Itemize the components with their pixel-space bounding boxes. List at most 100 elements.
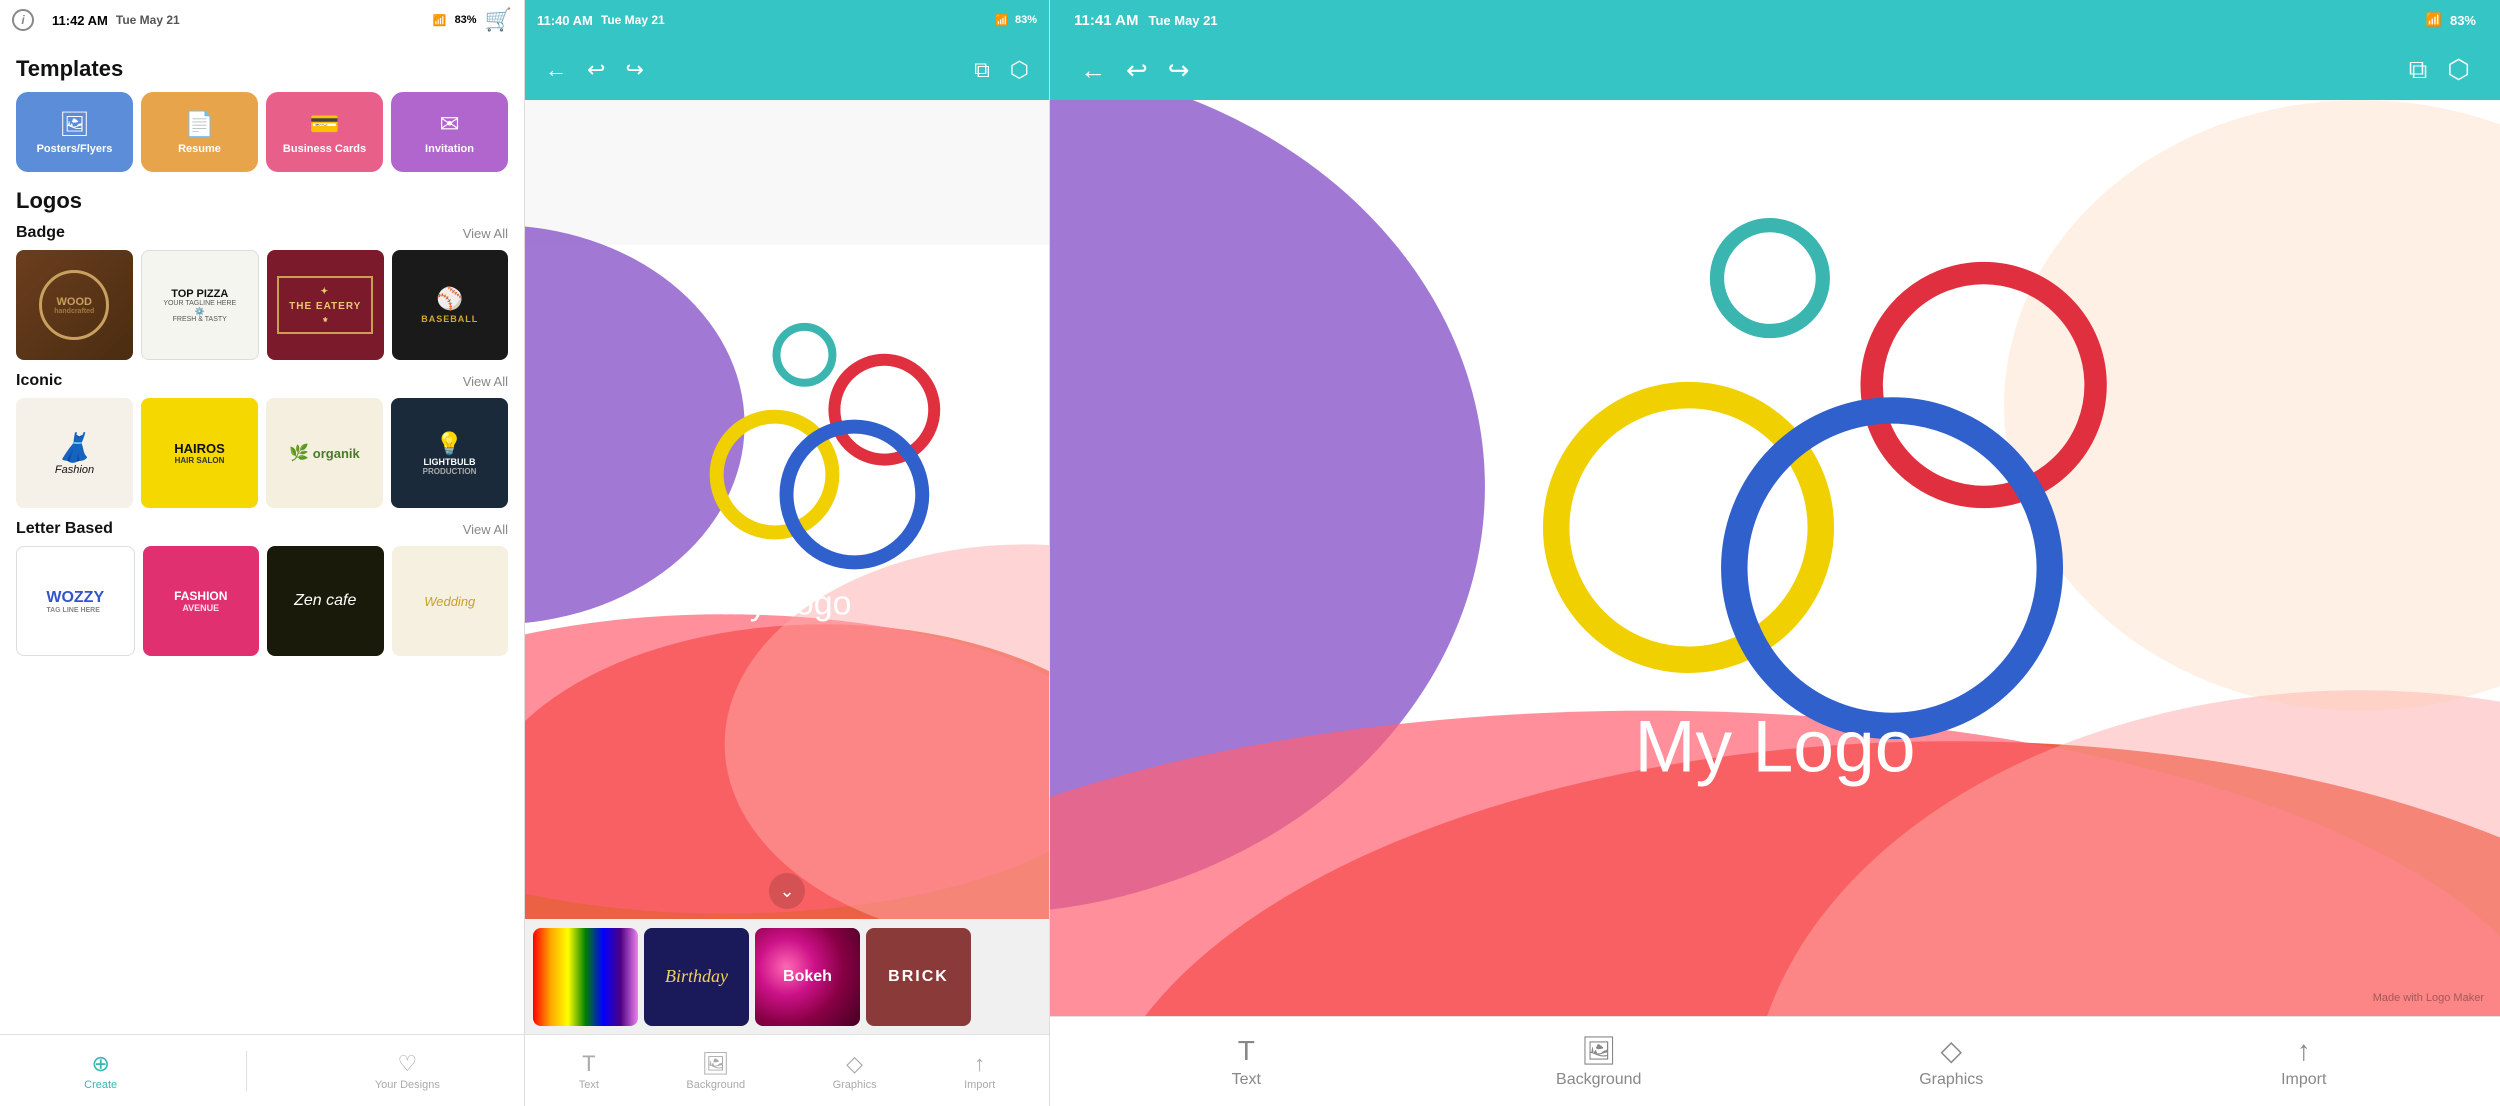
letter-title: Letter Based [16,520,113,538]
logo-top-pizza[interactable]: TOP PIZZA YOUR TAGLINE HERE ⚙️ FRESH & T… [141,250,260,360]
wozzy-badge: WOZZY TAG LINE HERE [46,589,104,614]
svg-text:My Logo: My Logo [721,584,851,622]
template-resume[interactable]: 📄 Resume [141,92,258,172]
logo-zen[interactable]: Zen cafe [267,546,384,656]
templates-panel: i 11:42 AM Tue May 21 📶 83% 🛒 Templates … [0,0,525,1106]
letter-header: Letter Based View All [16,520,508,538]
badge-logo-grid: WOOD handcrafted TOP PIZZA YOUR TAGLINE … [16,250,508,360]
logo-svg-2: My Logo [525,100,1049,919]
undo-icon-3[interactable]: ↩ [1126,55,1148,86]
fashion-avenue-badge: FASHION AVENUE [174,589,227,613]
status-day-1: Tue May 21 [116,13,180,27]
tab3-graphics[interactable]: ◇ Graphics [1891,1034,2011,1089]
badge-header: Badge View All [16,224,508,242]
info-icon[interactable]: i [12,9,34,31]
share-icon-3[interactable]: ⬡ [2447,54,2470,86]
badge-view-all[interactable]: View All [463,226,508,241]
bottom-bar-1: ⊕ Create ♡ Your Designs [0,1034,524,1106]
tab-create[interactable]: ⊕ Create [84,1051,117,1091]
logo-wood[interactable]: WOOD handcrafted [16,250,133,360]
tab3-background[interactable]: 🖼 Background [1539,1034,1659,1089]
svg-text:My Logo: My Logo [1634,706,1915,788]
logo-organik[interactable]: 🌿 organik [266,398,383,508]
your-designs-label: Your Designs [375,1079,440,1091]
status-day-2: Tue May 21 [601,13,665,27]
organik-badge: 🌿 organik [289,443,360,463]
baseball-badge: ⚾ BASEBALL [421,286,478,324]
resume-icon: 📄 [185,110,215,139]
template-business-cards[interactable]: 💳 Business Cards [266,92,383,172]
logo-baseball[interactable]: ⚾ BASEBALL [392,250,509,360]
chevron-down-btn[interactable]: ⌄ [769,873,805,909]
graphics-icon-2: ◇ [846,1051,863,1077]
posters-label: Posters/Flyers [37,143,113,155]
cart-icon[interactable]: 🛒 [485,7,512,33]
logo-hairos[interactable]: HAIROS HAIR SALON [141,398,258,508]
header3-left-icons: ← ↩ ↪ [1080,55,1190,86]
header-right-icons: ⧉ ⬡ [974,57,1029,83]
iconic-header: Iconic View All [16,372,508,390]
status-time-3: 11:41 AM [1074,12,1138,29]
tab2-import[interactable]: ↑ Import [964,1051,995,1091]
invitation-icon: ✉ [439,110,459,139]
tab2-graphics[interactable]: ◇ Graphics [833,1051,877,1091]
logo-wozzy[interactable]: WOZZY TAG LINE HERE [16,546,135,656]
redo-icon[interactable]: ↪ [625,57,643,83]
text-icon-2: T [582,1051,595,1077]
badge-title: Badge [16,224,65,242]
text-label-2: Text [579,1079,599,1091]
background-strip[interactable]: Birthday Bokeh BRICK [525,919,1049,1034]
logo-fashion-avenue[interactable]: FASHION AVENUE [143,546,260,656]
status-bar-1: i 11:42 AM Tue May 21 📶 83% 🛒 [0,0,524,40]
wedding-badge: Wedding [424,594,475,609]
graphics-icon-3: ◇ [1940,1034,1962,1067]
iconic-view-all[interactable]: View All [463,374,508,389]
logo-fashion[interactable]: 👗 Fashion [16,398,133,508]
create-label: Create [84,1079,117,1091]
tab2-background[interactable]: 🖼 Background [686,1051,745,1091]
back-icon-3[interactable]: ← [1080,55,1106,86]
tab3-text[interactable]: T Text [1186,1035,1306,1089]
share-icon[interactable]: ⬡ [1010,57,1029,83]
status-bar-3: 11:41 AM Tue May 21 📶 83% [1050,0,2500,40]
letter-view-all[interactable]: View All [463,522,508,537]
logo-eatery[interactable]: ✦ THE EATERY ⚜ [267,250,384,360]
logo-lightbulb[interactable]: 💡 LIGHTBULB PRODUCTION [391,398,508,508]
redo-icon-3[interactable]: ↪ [1168,55,1190,86]
status-time-1: 11:42 AM [52,13,108,28]
logo-wedding[interactable]: Wedding [392,546,509,656]
battery-3: 83% [2450,13,2476,28]
layers-icon-3[interactable]: ⧉ [2409,54,2428,86]
bg-bokeh[interactable]: Bokeh [755,928,860,1026]
template-posters[interactable]: 🖼 Posters/Flyers [16,92,133,172]
create-icon: ⊕ [91,1051,109,1077]
pizza-badge: TOP PIZZA YOUR TAGLINE HERE ⚙️ FRESH & T… [163,288,236,323]
layers-icon[interactable]: ⧉ [974,57,990,83]
tab2-text[interactable]: T Text [579,1051,599,1091]
template-grid: 🖼 Posters/Flyers 📄 Resume 💳 Business Car… [16,92,508,172]
bg-birthday[interactable]: Birthday [644,928,749,1026]
your-designs-icon: ♡ [397,1051,417,1077]
tab-your-designs[interactable]: ♡ Your Designs [375,1051,440,1091]
back-icon[interactable]: ← [545,57,567,83]
bottom-bar-2: T Text 🖼 Background ◇ Graphics ↑ Import [525,1034,1049,1106]
tab3-import[interactable]: ↑ Import [2244,1035,2364,1089]
editor-panel-3: 11:41 AM Tue May 21 📶 83% ← ↩ ↪ ⧉ ⬡ [1050,0,2500,1106]
battery-2: 83% [1015,14,1037,26]
bg-rainbow[interactable] [533,928,638,1026]
status-time-2: 11:40 AM [537,13,593,28]
template-invitation[interactable]: ✉ Invitation [391,92,508,172]
undo-icon[interactable]: ↩ [587,57,605,83]
editor-canvas-3[interactable]: My Logo Made with Logo Maker [1050,100,2500,1016]
hairos-badge: HAIROS HAIR SALON [174,441,225,465]
invitation-label: Invitation [425,143,474,155]
status-bar-2: 11:40 AM Tue May 21 📶 83% [525,0,1049,40]
graphics-label-3: Graphics [1919,1071,1983,1089]
fashion-badge: 👗 Fashion [55,431,94,476]
bg-icon-2: 🖼 [702,1051,730,1077]
bg-brick[interactable]: BRICK [866,928,971,1026]
wood-badge: WOOD handcrafted [39,270,109,340]
tab-divider [246,1051,247,1091]
editor-canvas-2[interactable]: My Logo ⌄ [525,100,1049,919]
templates-title: Templates [16,56,508,82]
